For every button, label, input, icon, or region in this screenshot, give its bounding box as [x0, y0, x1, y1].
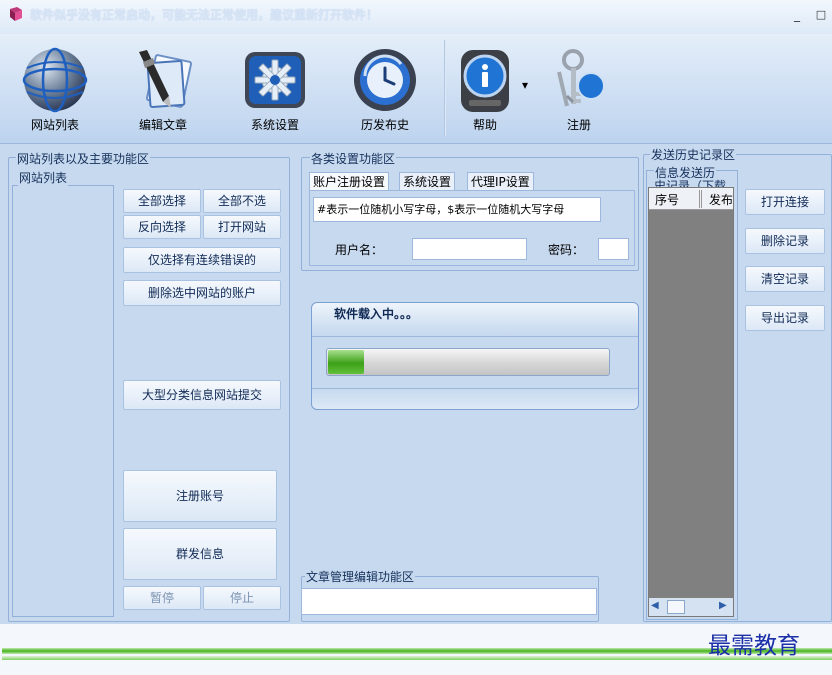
toolbar-separator [444, 40, 446, 136]
toolbar-site-list[interactable]: 网站列表 [10, 34, 100, 142]
delete-accounts-button[interactable]: 删除选中网站的账户 [123, 280, 281, 306]
scroll-left-icon[interactable]: ◀ [651, 600, 659, 611]
article-group-title: 文章管理编辑功能区 [305, 568, 416, 585]
loading-divider [312, 336, 638, 337]
settings-group-title: 各类设置功能区 [310, 150, 397, 167]
toolbar-help[interactable]: ▾ 帮助 [440, 34, 530, 142]
large-site-submit-button[interactable]: 大型分类信息网站提交 [123, 380, 281, 410]
book-app-icon [10, 7, 22, 21]
username-input[interactable] [412, 238, 527, 260]
article-area[interactable] [301, 588, 597, 615]
tab-proxy-ip[interactable]: 代理IP设置 [467, 172, 534, 192]
site-list[interactable] [12, 185, 114, 617]
help-dropdown-arrow[interactable]: ▾ [522, 78, 528, 92]
open-connection-button[interactable]: 打开连接 [745, 189, 825, 215]
progress-bar [326, 348, 610, 376]
window-title: 软件似乎没有正常启动，可能无法正常使用，建议重新打开软件！ [30, 8, 379, 22]
random-rule-hint: #表示一位随机小写字母，$表示一位随机大写字母 [313, 197, 601, 222]
open-site-button[interactable]: 打开网站 [203, 215, 281, 239]
toolbar-label: 注册 [566, 118, 591, 132]
title-bar: 软件似乎没有正常启动，可能无法正常使用，建议重新打开软件！ _ □ [0, 0, 832, 34]
password-input[interactable] [598, 238, 629, 260]
select-errors-button[interactable]: 仅选择有连续错误的 [123, 247, 281, 273]
loading-text: 软件载入中。。。 [334, 307, 419, 321]
toolbar-label: 网站列表 [30, 118, 79, 132]
toolbar-publish-history[interactable]: 历发布史 [340, 34, 430, 142]
toolbar-label: 帮助 [472, 118, 497, 132]
password-label: 密码： [548, 243, 585, 257]
broadcast-button[interactable]: 群发信息 [123, 528, 277, 580]
loading-divider [312, 388, 638, 389]
toolbar-register[interactable]: 注册 [534, 34, 624, 142]
delete-record-button[interactable]: 删除记录 [745, 228, 825, 254]
info-help-icon [461, 50, 509, 112]
history-table-header: 序号 发布 [649, 188, 733, 210]
gear-icon [245, 52, 305, 108]
select-all-button[interactable]: 全部选择 [123, 189, 201, 213]
pause-button[interactable]: 暂停 [123, 586, 201, 610]
watermark-text: 最需教育 [708, 633, 800, 659]
site-list-title: 网站列表 [18, 169, 69, 186]
pen-document-icon [139, 50, 193, 108]
invert-selection-button[interactable]: 反向选择 [123, 215, 201, 239]
column-divider [699, 190, 702, 208]
stop-button[interactable]: 停止 [203, 586, 281, 610]
history-table[interactable] [648, 187, 734, 617]
toolbar-edit-article[interactable]: 编辑文章 [118, 34, 208, 142]
toolbar-label: 历发布史 [360, 118, 409, 132]
column-header-index[interactable]: 序号 [655, 191, 679, 208]
scroll-right-icon[interactable]: ▶ [719, 600, 727, 611]
tab-account-register[interactable]: 账户注册设置 [309, 172, 390, 192]
minimize-button[interactable]: _ [790, 8, 804, 22]
site-list-group-title: 网站列表以及主要功能区 [16, 150, 151, 167]
scroll-thumb[interactable] [667, 600, 685, 614]
toolbar-label: 编辑文章 [138, 118, 187, 132]
history-group-title: 发送历史记录区 [650, 146, 737, 163]
toolbar-system-settings[interactable]: 系统设置 [230, 34, 320, 142]
clear-record-button[interactable]: 清空记录 [745, 266, 825, 292]
column-header-publish[interactable]: 发布 [709, 191, 733, 208]
select-none-button[interactable]: 全部不选 [203, 189, 281, 213]
maximize-button[interactable]: □ [814, 8, 828, 22]
history-subtitle-2: 史记录（下载 [654, 179, 727, 187]
toolbar: 网站列表 编辑文章 系统设置 历发布史 ▾ 帮助 注册 [0, 34, 832, 144]
clock-history-icon [354, 49, 416, 111]
username-label: 用户名： [335, 243, 384, 257]
progress-bar-fill [328, 350, 364, 374]
globe-icon [22, 47, 88, 113]
keys-icon [557, 49, 605, 107]
toolbar-label: 系统设置 [250, 118, 299, 132]
history-scrollbar[interactable]: ◀ ▶ [649, 598, 733, 616]
tab-system-settings[interactable]: 系统设置 [399, 172, 456, 192]
export-record-button[interactable]: 导出记录 [745, 305, 825, 331]
register-account-button[interactable]: 注册账号 [123, 470, 277, 522]
